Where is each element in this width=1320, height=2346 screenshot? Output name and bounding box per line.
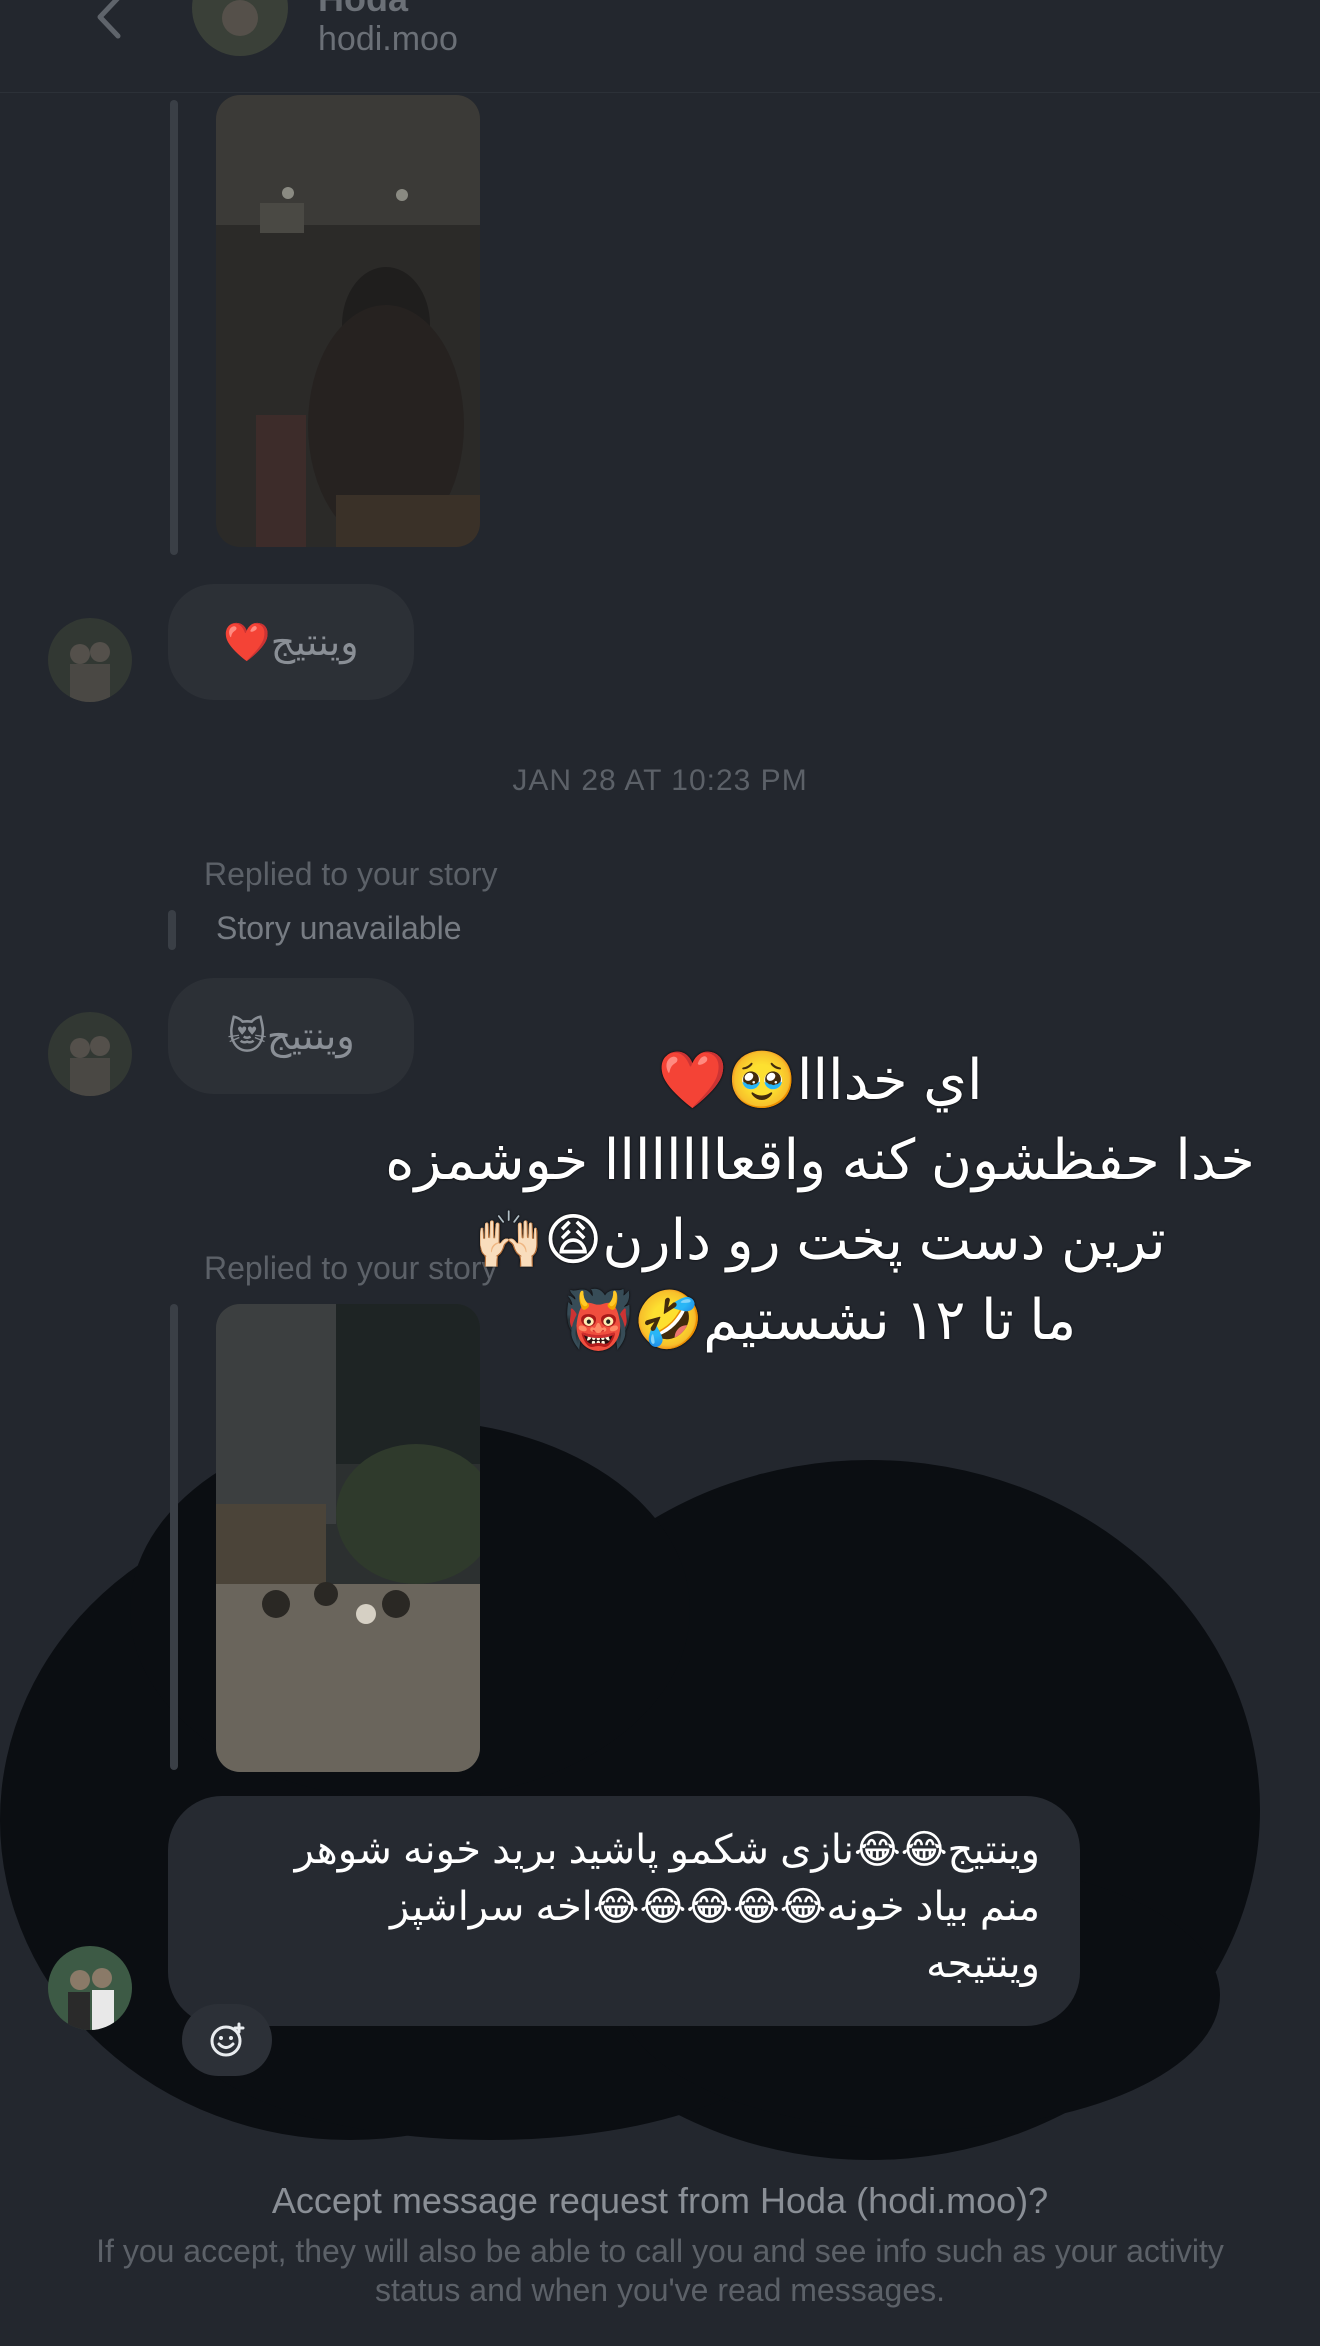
- overlay-line: ترین دست پخت رو دارن😩🙌🏻: [474, 1208, 1166, 1271]
- story-reply-line: [170, 100, 178, 555]
- reaction-bubble[interactable]: وینتیج❤️: [168, 584, 414, 700]
- message-line: وینتیجه: [926, 1942, 1040, 1986]
- header-avatar[interactable]: [192, 0, 288, 56]
- story-thumbnail[interactable]: [216, 95, 480, 547]
- story-unavailable: Story unavailable: [216, 910, 462, 946]
- message-line: منم بیاد خونه😂😂😂😂😂اخه سراشپز: [390, 1885, 1040, 1929]
- story-reply-line: [170, 1304, 178, 1770]
- accept-request-description: If you accept, they will also be able to…: [96, 2233, 1224, 2308]
- message-line: وینتیج😂😂نازی شکمو پاشید برید خونه شوهر: [294, 1828, 1040, 1872]
- sender-avatar[interactable]: [48, 618, 132, 702]
- story-thumbnail[interactable]: [216, 1304, 480, 1772]
- add-reaction-button[interactable]: [182, 2004, 272, 2076]
- sender-avatar[interactable]: [48, 1012, 132, 1096]
- accept-request-title: Accept message request from Hoda (hodi.m…: [271, 2180, 1049, 2221]
- overlay-line: خدا حفظشون کنه واقعاااااااا خوشمزه: [385, 1128, 1255, 1191]
- story-reply-line: [168, 910, 176, 950]
- smiley-plus-icon: [210, 2022, 245, 2057]
- replied-label: Replied to your story: [204, 856, 498, 892]
- chat-header: Hoda hodi.moo: [0, 0, 1320, 93]
- timestamp: JAN 28 AT 10:23 PM: [512, 764, 808, 797]
- contact-name[interactable]: Hoda: [318, 0, 408, 20]
- overlay-caption: اي خدااا🥹❤️ خدا حفظشون کنه واقعاااااااا …: [330, 1040, 1310, 1360]
- message-bubble[interactable]: وینتیج😂😂نازی شکمو پاشید برید خونه شوهر م…: [168, 1796, 1080, 2026]
- overlay-line: اي خدااا🥹❤️: [657, 1048, 983, 1111]
- contact-handle[interactable]: hodi.moo: [318, 20, 458, 59]
- back-chevron-icon[interactable]: [88, 0, 128, 42]
- sender-avatar[interactable]: [48, 1946, 132, 2030]
- overlay-line: ما تا ١٢ نشستيم🤣👹: [563, 1288, 1077, 1351]
